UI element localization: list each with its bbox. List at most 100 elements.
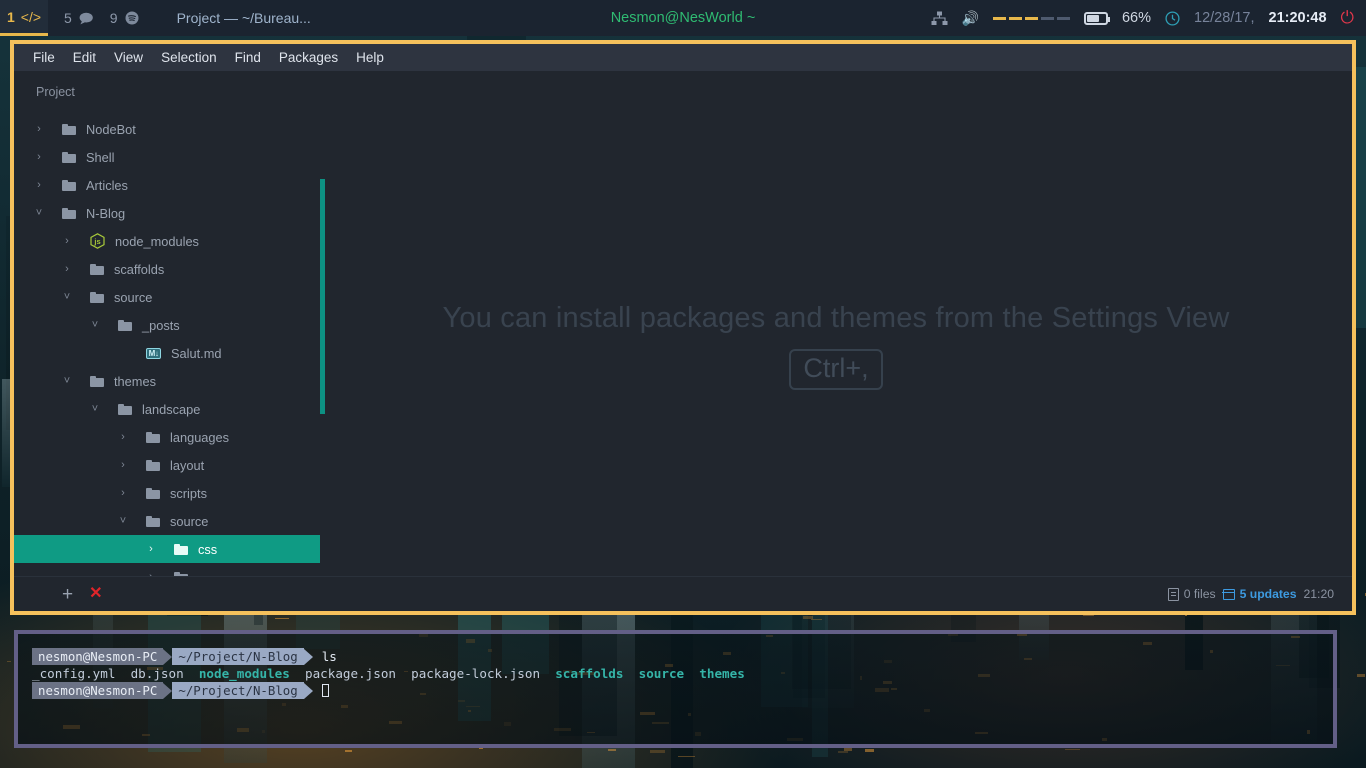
tree-row[interactable]: M↓ Salut.md	[14, 339, 320, 367]
chat-status-group[interactable]: 5	[64, 10, 94, 26]
tree-row[interactable]: › NodeBot	[14, 115, 320, 143]
tree-row[interactable]: › languages	[14, 423, 320, 451]
tree-row[interactable]: ˅ _posts	[14, 311, 320, 339]
tree-row[interactable]: ˅ source	[14, 507, 320, 535]
tree-row[interactable]: ˅ landscape	[14, 395, 320, 423]
folder-icon	[62, 207, 76, 219]
menu-packages[interactable]: Packages	[270, 47, 347, 68]
terminal-file-name: package.json package-lock.json	[289, 666, 556, 681]
terminal-prompt-line: nesmon@Nesmon-PC ~/Project/N-Blog ls	[32, 648, 1333, 665]
files-status[interactable]: 0 files	[1167, 587, 1216, 601]
terminal-output-line: _config.yml db.json node_modules package…	[32, 666, 1333, 682]
chevron-down-icon[interactable]: ˅	[114, 515, 132, 527]
network-icon[interactable]	[931, 11, 948, 26]
terminal-file-name: db.json	[130, 666, 199, 681]
tree-row[interactable]: ˅ N-Blog	[14, 199, 320, 227]
terminal-directory-name: themes	[699, 666, 745, 681]
menu-view[interactable]: View	[105, 47, 152, 68]
folder-icon	[90, 375, 104, 387]
clock-icon	[1165, 10, 1180, 26]
close-icon[interactable]: ✕	[89, 586, 102, 602]
battery-percent: 66%	[1121, 10, 1152, 26]
terminal-content[interactable]: nesmon@Nesmon-PC ~/Project/N-Blog ls _confi…	[18, 634, 1333, 699]
prompt-path-segment: ~/Project/N-Blog	[172, 682, 304, 699]
menu-help[interactable]: Help	[347, 47, 393, 68]
tree-scrollbar[interactable]	[320, 179, 325, 414]
menu-file[interactable]: File	[24, 47, 64, 68]
chevron-right-icon[interactable]: ›	[30, 123, 48, 135]
volume-icon[interactable]: 🔊	[962, 10, 979, 27]
svg-text:js: js	[93, 237, 100, 246]
tree-row-label: node_modules	[115, 233, 199, 249]
prompt-separator-icon	[303, 682, 313, 699]
updates-status[interactable]: 5 updates	[1222, 587, 1297, 601]
tree-row-label: layout	[170, 457, 205, 473]
tree-row[interactable]: ˅ source	[14, 283, 320, 311]
files-label: 0 files	[1183, 587, 1216, 601]
chevron-down-icon[interactable]: ˅	[86, 319, 104, 331]
tree-row-label: NodeBot	[86, 121, 136, 137]
prompt-separator-icon	[303, 648, 313, 665]
chat-icon	[79, 12, 93, 24]
project-panel-title: Project	[36, 85, 75, 99]
tree-row[interactable]: ˅ themes	[14, 367, 320, 395]
prompt-path-segment: ~/Project/N-Blog	[172, 648, 304, 665]
chevron-down-icon[interactable]: ˅	[86, 403, 104, 415]
terminal-command: ls	[321, 648, 337, 664]
tree-row[interactable]: › scripts	[14, 479, 320, 507]
tree-row[interactable]: › scaffolds	[14, 255, 320, 283]
volume-slider[interactable]	[992, 16, 1070, 20]
menu-find[interactable]: Find	[226, 47, 270, 68]
folder-icon	[62, 179, 76, 191]
editor-status-bar: + ✕ 0 files 5 updates 21:20	[14, 576, 1352, 611]
chevron-down-icon[interactable]: ˅	[30, 207, 48, 219]
menu-edit[interactable]: Edit	[64, 47, 105, 68]
folder-icon	[90, 291, 104, 303]
power-icon[interactable]: ⏻	[1341, 8, 1354, 28]
atom-editor-window[interactable]: File Edit View Selection Find Packages H…	[10, 40, 1356, 615]
tree-row[interactable]: › layout	[14, 451, 320, 479]
tree-row[interactable]: ›	[14, 563, 320, 576]
tree-row-label: landscape	[142, 401, 201, 417]
terminal-prompt-line: nesmon@Nesmon-PC ~/Project/N-Blog	[32, 682, 1333, 699]
spotify-icon	[125, 11, 139, 25]
chevron-right-icon[interactable]: ›	[30, 179, 48, 191]
tree-row-label: source	[170, 513, 209, 529]
chevron-down-icon[interactable]: ˅	[58, 375, 76, 387]
music-status-group[interactable]: 9	[110, 10, 139, 26]
package-icon	[1222, 588, 1235, 600]
prompt-user-segment: nesmon@Nesmon-PC	[32, 648, 164, 665]
terminal-file-name	[623, 666, 638, 681]
tree-row-label: themes	[114, 373, 156, 389]
chevron-right-icon[interactable]: ›	[114, 431, 132, 443]
workspace-indicator[interactable]: 1 </>	[0, 0, 48, 36]
tree-row[interactable]: › Articles	[14, 171, 320, 199]
system-top-bar: 1 </> 5 9 Project — ~/Bureau... Nesmon@N…	[0, 0, 1366, 36]
folder-icon	[118, 403, 132, 415]
tree-row-label: Salut.md	[171, 345, 222, 361]
active-window-title: Project — ~/Bureau...	[176, 10, 311, 26]
chevron-down-icon[interactable]: ˅	[58, 291, 76, 303]
battery-icon[interactable]	[1083, 11, 1110, 25]
terminal-window[interactable]: nesmon@Nesmon-PC ~/Project/N-Blog ls _confi…	[14, 630, 1337, 748]
chevron-right-icon[interactable]: ›	[58, 263, 76, 275]
folder-icon	[62, 151, 76, 163]
chevron-right-icon[interactable]: ›	[114, 459, 132, 471]
document-icon	[1167, 587, 1179, 601]
plus-icon[interactable]: +	[62, 585, 73, 604]
project-file-tree[interactable]: › NodeBot › Shell › Articles ˅ N-Blog › js node_mo…	[14, 115, 320, 576]
chevron-right-icon[interactable]: ›	[30, 151, 48, 163]
terminal-file-name	[684, 666, 699, 681]
tree-row[interactable]: › Shell	[14, 143, 320, 171]
chevron-right-icon[interactable]: ›	[114, 487, 132, 499]
chevron-right-icon[interactable]: ›	[142, 543, 160, 555]
terminal-cursor[interactable]	[321, 684, 329, 697]
tree-row-selected[interactable]: › css	[14, 535, 320, 563]
folder-icon	[62, 123, 76, 135]
tree-row-label: css	[198, 541, 218, 557]
chevron-right-icon[interactable]: ›	[58, 235, 76, 247]
markdown-icon: M↓	[146, 347, 161, 359]
tree-row[interactable]: › js node_modules	[14, 227, 320, 255]
terminal-file-name: _config.yml	[32, 666, 131, 681]
menu-selection[interactable]: Selection	[152, 47, 226, 68]
